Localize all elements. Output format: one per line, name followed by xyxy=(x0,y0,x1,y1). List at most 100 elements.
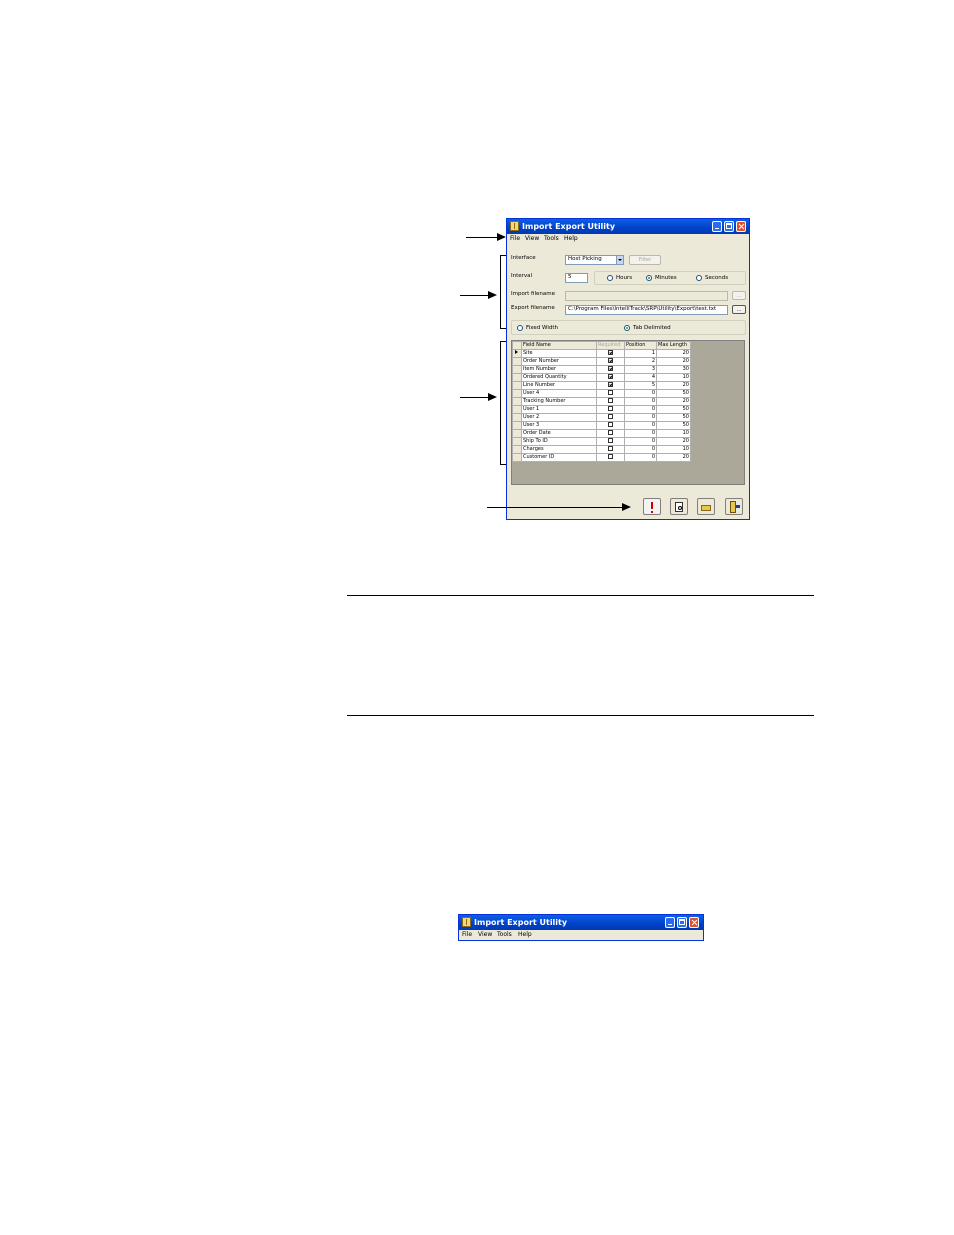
row-selector[interactable] xyxy=(512,389,522,398)
row-selector[interactable] xyxy=(512,357,522,366)
col-required[interactable]: Required xyxy=(596,341,625,350)
filter-button[interactable]: Filter xyxy=(629,255,661,265)
menu-file[interactable]: File xyxy=(510,234,520,244)
interface-select[interactable]: Host Picking xyxy=(565,255,624,265)
required-cell[interactable] xyxy=(596,405,625,414)
row-selector[interactable] xyxy=(512,349,522,358)
required-cell[interactable] xyxy=(596,365,625,374)
required-checkbox[interactable] xyxy=(608,446,613,451)
small-menu-tools[interactable]: Tools xyxy=(497,930,512,940)
field-name-cell[interactable]: Charges xyxy=(521,445,597,454)
position-cell[interactable]: 0 xyxy=(624,429,657,438)
max-length-cell[interactable]: 50 xyxy=(656,421,691,430)
field-name-cell[interactable]: Customer ID xyxy=(521,453,597,462)
position-cell[interactable]: 0 xyxy=(624,397,657,406)
small-menu-file[interactable]: File xyxy=(462,930,472,940)
row-selector[interactable] xyxy=(512,437,522,446)
required-cell[interactable] xyxy=(596,413,625,422)
required-cell[interactable] xyxy=(596,445,625,454)
close-icon[interactable] xyxy=(736,221,746,232)
table-row[interactable]: Tracking Number 0 20 xyxy=(512,397,691,406)
required-checkbox[interactable] xyxy=(608,430,613,435)
required-checkbox[interactable] xyxy=(608,414,613,419)
minutes-radio[interactable] xyxy=(646,275,652,281)
fixed-width-radio[interactable] xyxy=(517,325,523,331)
max-length-cell[interactable]: 10 xyxy=(656,373,691,382)
title-bar[interactable]: Import Export Utility xyxy=(507,219,749,234)
max-length-cell[interactable]: 10 xyxy=(656,445,691,454)
table-row[interactable]: User 1 0 50 xyxy=(512,405,691,414)
position-cell[interactable]: 0 xyxy=(624,389,657,398)
export-filename-input[interactable]: C:\Program Files\IntelliTrack\SRP\Utilit… xyxy=(565,305,728,315)
max-length-cell[interactable]: 10 xyxy=(656,429,691,438)
required-checkbox[interactable] xyxy=(608,382,613,387)
hours-radio[interactable] xyxy=(607,275,613,281)
max-length-cell[interactable]: 50 xyxy=(656,413,691,422)
table-row[interactable]: User 2 0 50 xyxy=(512,413,691,422)
row-selector[interactable] xyxy=(512,397,522,406)
required-checkbox[interactable] xyxy=(608,366,613,371)
seconds-radio[interactable] xyxy=(696,275,702,281)
field-name-cell[interactable]: Line Number xyxy=(521,381,597,390)
max-length-cell[interactable]: 30 xyxy=(656,365,691,374)
field-name-cell[interactable]: Ordered Quantity xyxy=(521,373,597,382)
position-cell[interactable]: 0 xyxy=(624,421,657,430)
import-browse-button[interactable]: ... xyxy=(732,291,746,300)
row-selector[interactable] xyxy=(512,405,522,414)
field-name-cell[interactable]: Order Date xyxy=(521,429,597,438)
import-filename-input[interactable] xyxy=(565,291,728,301)
required-cell[interactable] xyxy=(596,397,625,406)
table-row[interactable]: Customer ID 0 20 xyxy=(512,453,691,462)
field-name-cell[interactable]: Ship To ID xyxy=(521,437,597,446)
menu-help[interactable]: Help xyxy=(564,234,578,244)
export-browse-button[interactable]: ... xyxy=(732,305,746,314)
required-checkbox[interactable] xyxy=(608,398,613,403)
row-selector[interactable] xyxy=(512,453,522,462)
field-name-cell[interactable]: User 4 xyxy=(521,389,597,398)
max-length-cell[interactable]: 20 xyxy=(656,397,691,406)
field-name-cell[interactable]: Item Number xyxy=(521,365,597,374)
minimize-icon[interactable] xyxy=(712,221,722,232)
required-cell[interactable] xyxy=(596,349,625,358)
required-cell[interactable] xyxy=(596,437,625,446)
position-cell[interactable]: 5 xyxy=(624,381,657,390)
position-cell[interactable]: 0 xyxy=(624,445,657,454)
max-length-cell[interactable]: 20 xyxy=(656,437,691,446)
col-field-name[interactable]: Field Name xyxy=(521,341,597,350)
required-checkbox[interactable] xyxy=(608,390,613,395)
field-name-cell[interactable]: Site xyxy=(521,349,597,358)
required-checkbox[interactable] xyxy=(608,350,613,355)
position-cell[interactable]: 4 xyxy=(624,373,657,382)
max-length-cell[interactable]: 20 xyxy=(656,453,691,462)
required-checkbox[interactable] xyxy=(608,438,613,443)
position-cell[interactable]: 2 xyxy=(624,357,657,366)
row-selector[interactable] xyxy=(512,445,522,454)
small-maximize-icon[interactable] xyxy=(677,917,687,928)
field-name-cell[interactable]: Tracking Number xyxy=(521,397,597,406)
required-cell[interactable] xyxy=(596,429,625,438)
max-length-cell[interactable]: 50 xyxy=(656,389,691,398)
max-length-cell[interactable]: 20 xyxy=(656,381,691,390)
required-cell[interactable] xyxy=(596,421,625,430)
required-checkbox[interactable] xyxy=(608,454,613,459)
small-menu-help[interactable]: Help xyxy=(518,930,532,940)
required-cell[interactable] xyxy=(596,453,625,462)
exit-icon[interactable] xyxy=(725,498,743,515)
required-checkbox[interactable] xyxy=(608,374,613,379)
position-cell[interactable]: 0 xyxy=(624,413,657,422)
field-name-cell[interactable]: User 1 xyxy=(521,405,597,414)
table-row[interactable]: Item Number 3 30 xyxy=(512,365,691,374)
run-icon[interactable] xyxy=(643,498,661,515)
table-row[interactable]: Order Number 2 20 xyxy=(512,357,691,366)
table-row[interactable]: User 4 0 50 xyxy=(512,389,691,398)
max-length-cell[interactable]: 50 xyxy=(656,405,691,414)
required-cell[interactable] xyxy=(596,381,625,390)
required-checkbox[interactable] xyxy=(608,422,613,427)
row-selector[interactable] xyxy=(512,381,522,390)
maximize-icon[interactable] xyxy=(724,221,734,232)
row-selector[interactable] xyxy=(512,421,522,430)
position-cell[interactable]: 3 xyxy=(624,365,657,374)
preview-icon[interactable] xyxy=(670,498,688,515)
required-cell[interactable] xyxy=(596,389,625,398)
interval-input[interactable]: 5 xyxy=(565,273,588,283)
